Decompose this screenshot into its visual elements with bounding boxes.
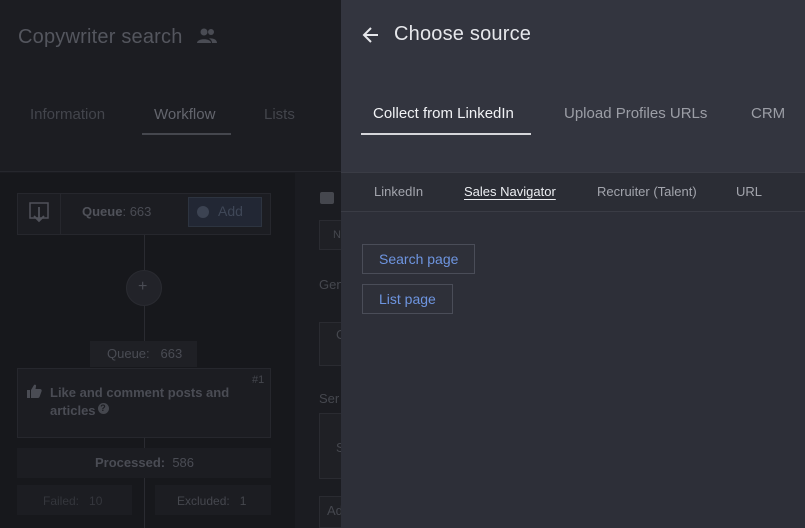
search-page-button[interactable]: Search page xyxy=(362,244,476,274)
background-page-title: Copywriter search xyxy=(18,26,183,48)
background-tab-workflow: Workflow xyxy=(154,106,216,123)
subtab-url[interactable]: URL xyxy=(736,184,762,199)
add-icon xyxy=(197,206,209,218)
active-tab-underline xyxy=(361,133,531,135)
connector-line xyxy=(144,306,145,341)
step-number: #1 xyxy=(252,374,265,386)
subtab-linkedin[interactable]: LinkedIn xyxy=(374,184,423,199)
plus-icon: + xyxy=(138,278,148,295)
list-page-button[interactable]: List page xyxy=(362,284,453,314)
tab-upload-profiles-urls[interactable]: Upload Profiles URLs xyxy=(564,105,707,122)
subtab-sales-navigator[interactable]: Sales Navigator xyxy=(464,184,556,199)
excluded-label: Excluded: 1 xyxy=(177,494,247,508)
message-icon xyxy=(320,192,334,204)
help-icon: ? xyxy=(97,403,109,414)
add-button-label: Add xyxy=(218,203,243,219)
import-icon xyxy=(29,202,49,223)
thumbs-up-icon xyxy=(27,384,42,398)
settings-field-text: N xyxy=(333,229,341,241)
tab-collect-from-linkedin[interactable]: Collect from LinkedIn xyxy=(373,105,514,122)
background-tab-underline xyxy=(142,133,231,135)
step-title: Like and comment posts and articles? xyxy=(50,385,230,418)
panel-title: Choose source xyxy=(394,23,532,45)
connector-line xyxy=(144,235,145,270)
settings-label-ser: Ser xyxy=(319,391,340,406)
tab-crm[interactable]: CRM xyxy=(751,105,785,122)
step-queue-label: Queue: 663 xyxy=(107,346,183,361)
background-tab-information: Information xyxy=(30,106,106,123)
settings-label-gen: Gen xyxy=(319,277,344,292)
people-icon xyxy=(197,28,217,43)
failed-label: Failed: 10 xyxy=(43,494,103,508)
processed-label: Processed: 586 xyxy=(95,455,195,470)
subtab-recruiter-talent[interactable]: Recruiter (Talent) xyxy=(597,184,697,199)
connector-line xyxy=(144,438,145,448)
connector-line xyxy=(144,478,145,528)
background-tab-lists: Lists xyxy=(264,106,295,123)
import-icon-box xyxy=(17,193,61,235)
back-arrow-icon[interactable] xyxy=(360,24,382,46)
queue-label: Queue: 663 xyxy=(82,204,152,219)
